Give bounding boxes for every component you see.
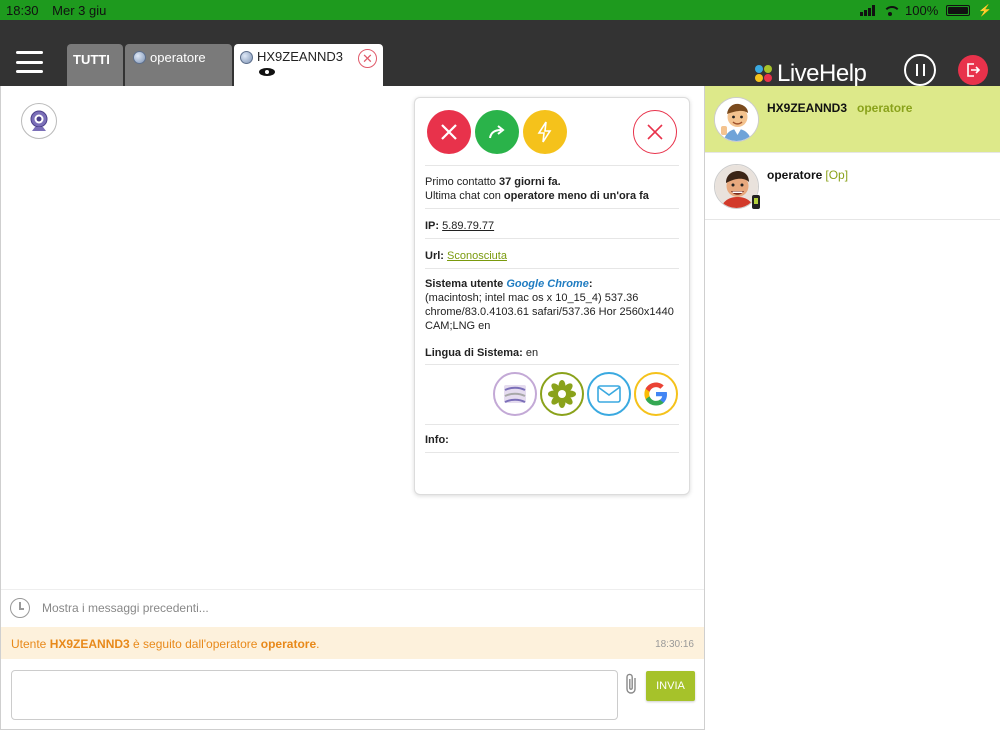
conversation-list: HX9ZEANND3 operatore operatore [Op]: [705, 86, 1000, 730]
notice-prefix: Utente: [11, 637, 50, 651]
chat-notice: Utente HX9ZEANND3 è seguito dall'operato…: [1, 627, 704, 659]
forward-button[interactable]: [475, 110, 519, 154]
mobile-phone-icon: [752, 195, 760, 209]
forward-icon: [489, 125, 505, 139]
logo-text: LiveHelp: [777, 60, 867, 87]
send-button[interactable]: INVIA: [646, 671, 695, 701]
tab-visitor-label: HX9ZEANND3: [257, 49, 343, 64]
url-link[interactable]: Sconosciuta: [447, 250, 507, 262]
wifi-icon: [883, 5, 902, 16]
logout-icon[interactable]: [958, 55, 988, 85]
first-contact-value: 37 giorni fa.: [498, 176, 561, 188]
show-previous-messages[interactable]: Mostra i messaggi precedenti...: [1, 589, 704, 625]
last-chat-label: Ultima chat con: [425, 190, 504, 202]
browser-name: Google Chrome: [506, 278, 589, 290]
battery-percent: 100%: [905, 3, 939, 18]
tab-all[interactable]: TUTTI: [67, 44, 123, 86]
divider: [425, 364, 679, 365]
paperclip-icon[interactable]: [622, 672, 642, 696]
notice-mid: è seguito dall'operatore: [129, 637, 261, 651]
pause-icon[interactable]: [904, 54, 936, 86]
chat-area: Primo contatto 37 giorni fa. Ultima chat…: [0, 86, 705, 730]
signal-icon: [860, 5, 876, 16]
notice-user: HX9ZEANND3: [49, 637, 130, 651]
battery-icon: [946, 5, 971, 16]
status-time: 18:30: [6, 3, 39, 18]
app-header: TUTTI operatore HX9ZEANND3 ✕ LiveHelp: [0, 20, 1000, 88]
visitor-name: HX9ZEANND3: [767, 101, 848, 115]
divider: [425, 238, 679, 239]
flower-logo-icon[interactable]: [540, 372, 584, 416]
previous-messages-label: Mostra i messaggi precedenti...: [42, 601, 209, 615]
system-colon: :: [588, 278, 593, 290]
lightning-icon: [537, 121, 552, 143]
list-item-operator[interactable]: operatore [Op]: [705, 153, 1000, 220]
webcam-icon[interactable]: [21, 103, 57, 139]
language-label: Lingua di Sistema:: [425, 347, 523, 359]
tab-visitor[interactable]: HX9ZEANND3 ✕: [234, 44, 383, 86]
divider: [425, 208, 679, 209]
ip-label: IP:: [425, 220, 440, 232]
status-bar: 18:30 Mer 3 giu 100% ⚡: [0, 0, 1000, 20]
user-system: Sistema utente Google Chrome: (macintosh…: [425, 277, 679, 333]
notice-time: 18:30:16: [655, 639, 694, 650]
google-icon[interactable]: [634, 372, 678, 416]
language-value: en: [525, 347, 539, 359]
logo-dots-icon: [755, 65, 773, 83]
first-contact-label: Primo contatto: [425, 176, 499, 188]
system-label: Sistema utente: [425, 278, 504, 290]
visitor-info-panel: Primo contatto 37 giorni fa. Ultima chat…: [414, 97, 690, 495]
divider: [425, 165, 679, 166]
divider: [425, 424, 679, 425]
divider: [425, 268, 679, 269]
tab-all-label: TUTTI: [73, 52, 110, 67]
tab-operator-label: operatore: [150, 50, 206, 65]
info-row: Info:: [425, 433, 679, 447]
visitor-operator: operatore: [857, 101, 913, 115]
contact-history: Primo contatto 37 giorni fa. Ultima chat…: [425, 175, 679, 203]
operator-tag: [Op]: [825, 168, 849, 182]
operator-name: operatore: [767, 168, 823, 182]
globe-icon: [133, 51, 146, 64]
last-chat-value: operatore meno di un'ora fa: [503, 190, 649, 202]
avatar: [714, 97, 759, 142]
tab-operator[interactable]: operatore: [125, 44, 232, 86]
list-item-visitor[interactable]: HX9ZEANND3 operatore: [705, 86, 1000, 153]
panel-close-button[interactable]: [633, 110, 677, 154]
crm-icon[interactable]: [493, 372, 537, 416]
quick-action-button[interactable]: [523, 110, 567, 154]
clock-icon: [10, 598, 30, 618]
divider: [425, 452, 679, 453]
notice-operator: operatore: [260, 637, 317, 651]
message-input[interactable]: [11, 670, 618, 720]
eye-icon: [259, 68, 275, 76]
livehelp-logo: LiveHelp: [755, 60, 867, 88]
ip-link[interactable]: 5.89.79.77: [442, 220, 494, 232]
charging-icon: ⚡: [978, 5, 992, 17]
reject-button[interactable]: [427, 110, 471, 154]
close-icon: [441, 124, 457, 140]
close-tab-icon[interactable]: ✕: [358, 49, 377, 68]
close-icon: [647, 124, 663, 140]
url-label: Url:: [425, 250, 444, 262]
language-row: Lingua di Sistema: en: [425, 346, 679, 360]
status-date: Mer 3 giu: [52, 3, 107, 18]
hamburger-icon[interactable]: [16, 51, 43, 73]
url-row: Url: Sconosciuta: [425, 249, 679, 263]
email-icon[interactable]: [587, 372, 631, 416]
info-label: Info:: [425, 434, 449, 446]
notice-end: .: [316, 637, 320, 651]
ip-row: IP: 5.89.79.77: [425, 219, 679, 233]
system-details: (macintosh; intel mac os x 10_15_4) 537.…: [425, 292, 674, 332]
globe-icon: [240, 50, 253, 64]
